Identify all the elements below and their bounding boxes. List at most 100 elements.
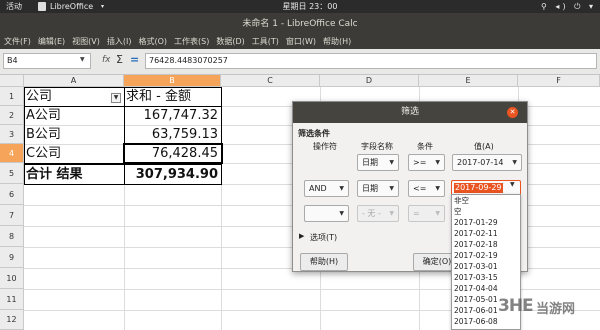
condition-select-3[interactable]: = ▼: [408, 205, 445, 222]
chevron-down-icon: ▼: [389, 185, 394, 192]
clock[interactable]: 星期日 23：00: [265, 0, 355, 13]
row-header-7[interactable]: 7: [0, 205, 24, 226]
row-header-12[interactable]: 12: [0, 310, 24, 330]
gridline: [221, 87, 222, 330]
row-header-3[interactable]: 3: [0, 125, 24, 144]
field-name-select-3[interactable]: - 无 - ▼: [357, 205, 399, 222]
value-combo-2-selected-text[interactable]: 2017-09-29: [454, 183, 503, 193]
list-item[interactable]: 2017-03-01: [452, 261, 520, 272]
menubar: 文件(F) 编辑(E) 视图(V) 插入(I) 格式(O) 工作表(S) 数据(D) 工具(T…: [0, 35, 600, 49]
options-expander[interactable]: 选项(T): [310, 232, 337, 243]
list-item[interactable]: 2017-01-29: [452, 217, 520, 228]
operator-select-3[interactable]: ▼: [304, 205, 349, 222]
value-combo-1[interactable]: 2017-07-14 ▼: [452, 154, 522, 171]
field-name-value: 日期: [362, 184, 378, 193]
row-header-9[interactable]: 9: [0, 247, 24, 268]
cell-b2[interactable]: 167,747.32: [124, 106, 221, 125]
chevron-down-icon: ▼: [389, 210, 394, 217]
menu-tools[interactable]: 工具(T): [248, 35, 282, 49]
row-header-1[interactable]: 1: [0, 87, 24, 106]
menu-sheet[interactable]: 工作表(S): [170, 35, 212, 49]
condition-select-1[interactable]: >= ▼: [408, 154, 445, 171]
list-item[interactable]: 2017-02-18: [452, 239, 520, 250]
cell-a4[interactable]: C公司: [24, 144, 124, 163]
row-header-10[interactable]: 10: [0, 268, 24, 289]
header-field-name: 字段名称: [361, 142, 393, 151]
system-tray-icons[interactable]: ⚲ ◂) ⏻ ▾: [541, 0, 596, 13]
field-name-value: 日期: [362, 158, 378, 167]
pivot-table-divider: [124, 87, 125, 185]
chevron-down-icon: ▼: [435, 210, 440, 217]
cell-b3[interactable]: 63,759.13: [124, 125, 221, 144]
system-top-panel: 活动 LibreOffice ▾ 星期日 23：00 ⚲ ◂) ⏻ ▾: [0, 0, 600, 13]
watermark: 3HE 当游网: [498, 296, 598, 326]
cell-a1[interactable]: 公司: [24, 87, 124, 106]
window-titlebar: 未命名 1 - LibreOffice Calc: [0, 13, 600, 35]
list-item[interactable]: 2017-02-11: [452, 228, 520, 239]
column-header-c[interactable]: C: [221, 75, 320, 87]
select-all-corner[interactable]: [0, 75, 24, 87]
cell-b5[interactable]: 307,934.90: [124, 165, 221, 184]
cell-b1[interactable]: 求和 - 金额: [124, 87, 221, 106]
cell-b4[interactable]: 76,428.45: [124, 144, 221, 163]
list-item[interactable]: 2017-04-04: [452, 283, 520, 294]
expander-triangle-icon[interactable]: ▶: [299, 232, 304, 240]
function-wizard-icon[interactable]: fx: [102, 55, 111, 65]
column-header-f[interactable]: F: [518, 75, 600, 87]
formula-equals-icon[interactable]: =: [130, 53, 139, 66]
list-item[interactable]: 2017-03-15: [452, 272, 520, 283]
column-header-a[interactable]: A: [24, 75, 124, 87]
pivot-table-divider: [24, 163, 222, 165]
activities-button[interactable]: 活动: [6, 0, 22, 13]
menu-view[interactable]: 视图(V): [68, 35, 103, 49]
menu-window[interactable]: 窗口(W): [282, 35, 319, 49]
condition-value: =: [413, 209, 420, 218]
row-header-8[interactable]: 8: [0, 226, 24, 247]
row-header-6[interactable]: 6: [0, 184, 24, 205]
column-header-b[interactable]: B: [124, 75, 221, 87]
menu-format[interactable]: 格式(O): [134, 35, 170, 49]
operator-select-2[interactable]: AND ▼: [304, 180, 349, 197]
name-box[interactable]: B4: [3, 53, 91, 69]
menu-help[interactable]: 帮助(H): [319, 35, 354, 49]
app-menu-label[interactable]: LibreOffice: [50, 0, 93, 13]
column-header-d[interactable]: D: [320, 75, 419, 87]
header-operator: 操作符: [313, 142, 337, 151]
menu-file[interactable]: 文件(F): [0, 35, 34, 49]
app-menu-caret-icon[interactable]: ▾: [101, 0, 104, 13]
formula-input[interactable]: 76428.4483070257: [145, 53, 597, 69]
row-header-4[interactable]: 4: [0, 144, 24, 163]
list-item[interactable]: 2017-02-19: [452, 250, 520, 261]
cell-a2[interactable]: A公司: [24, 106, 124, 125]
close-icon[interactable]: ✕: [507, 107, 518, 118]
libreoffice-app-icon: [38, 2, 46, 11]
column-header-e[interactable]: E: [419, 75, 518, 87]
field-name-value: - 无 -: [362, 209, 381, 218]
menu-edit[interactable]: 编辑(E): [34, 35, 68, 49]
list-item[interactable]: 空: [452, 206, 520, 217]
pivot-filter-dropdown-icon[interactable]: ▼: [111, 93, 121, 103]
chevron-down-icon: ▼: [389, 159, 394, 166]
criteria-section-label: 筛选条件: [298, 129, 330, 138]
menu-data[interactable]: 数据(D): [212, 35, 247, 49]
sum-icon[interactable]: Σ: [116, 53, 123, 66]
row-header-5[interactable]: 5: [0, 163, 24, 184]
cell-a3[interactable]: B公司: [24, 125, 124, 144]
chevron-down-icon: ▼: [435, 159, 440, 166]
chevron-down-icon: ▼: [512, 159, 517, 166]
header-value: 值(A): [474, 142, 494, 151]
condition-select-2[interactable]: <= ▼: [408, 180, 445, 197]
row-header-11[interactable]: 11: [0, 289, 24, 310]
chevron-down-icon: ▼: [435, 185, 440, 192]
field-name-select-2[interactable]: 日期 ▼: [357, 180, 399, 197]
menu-insert[interactable]: 插入(I): [103, 35, 135, 49]
field-name-select-1[interactable]: 日期 ▼: [357, 154, 399, 171]
pivot-table-divider: [24, 106, 222, 107]
cell-a5[interactable]: 合计 结果: [24, 165, 124, 184]
row-header-2[interactable]: 2: [0, 106, 24, 125]
chevron-down-icon[interactable]: ▼: [510, 181, 515, 188]
name-box-dropdown-icon[interactable]: ▼: [80, 56, 85, 63]
list-item[interactable]: 非空: [452, 195, 520, 206]
value-text: 2017-07-14: [457, 158, 504, 167]
help-button[interactable]: 帮助(H): [300, 253, 348, 271]
